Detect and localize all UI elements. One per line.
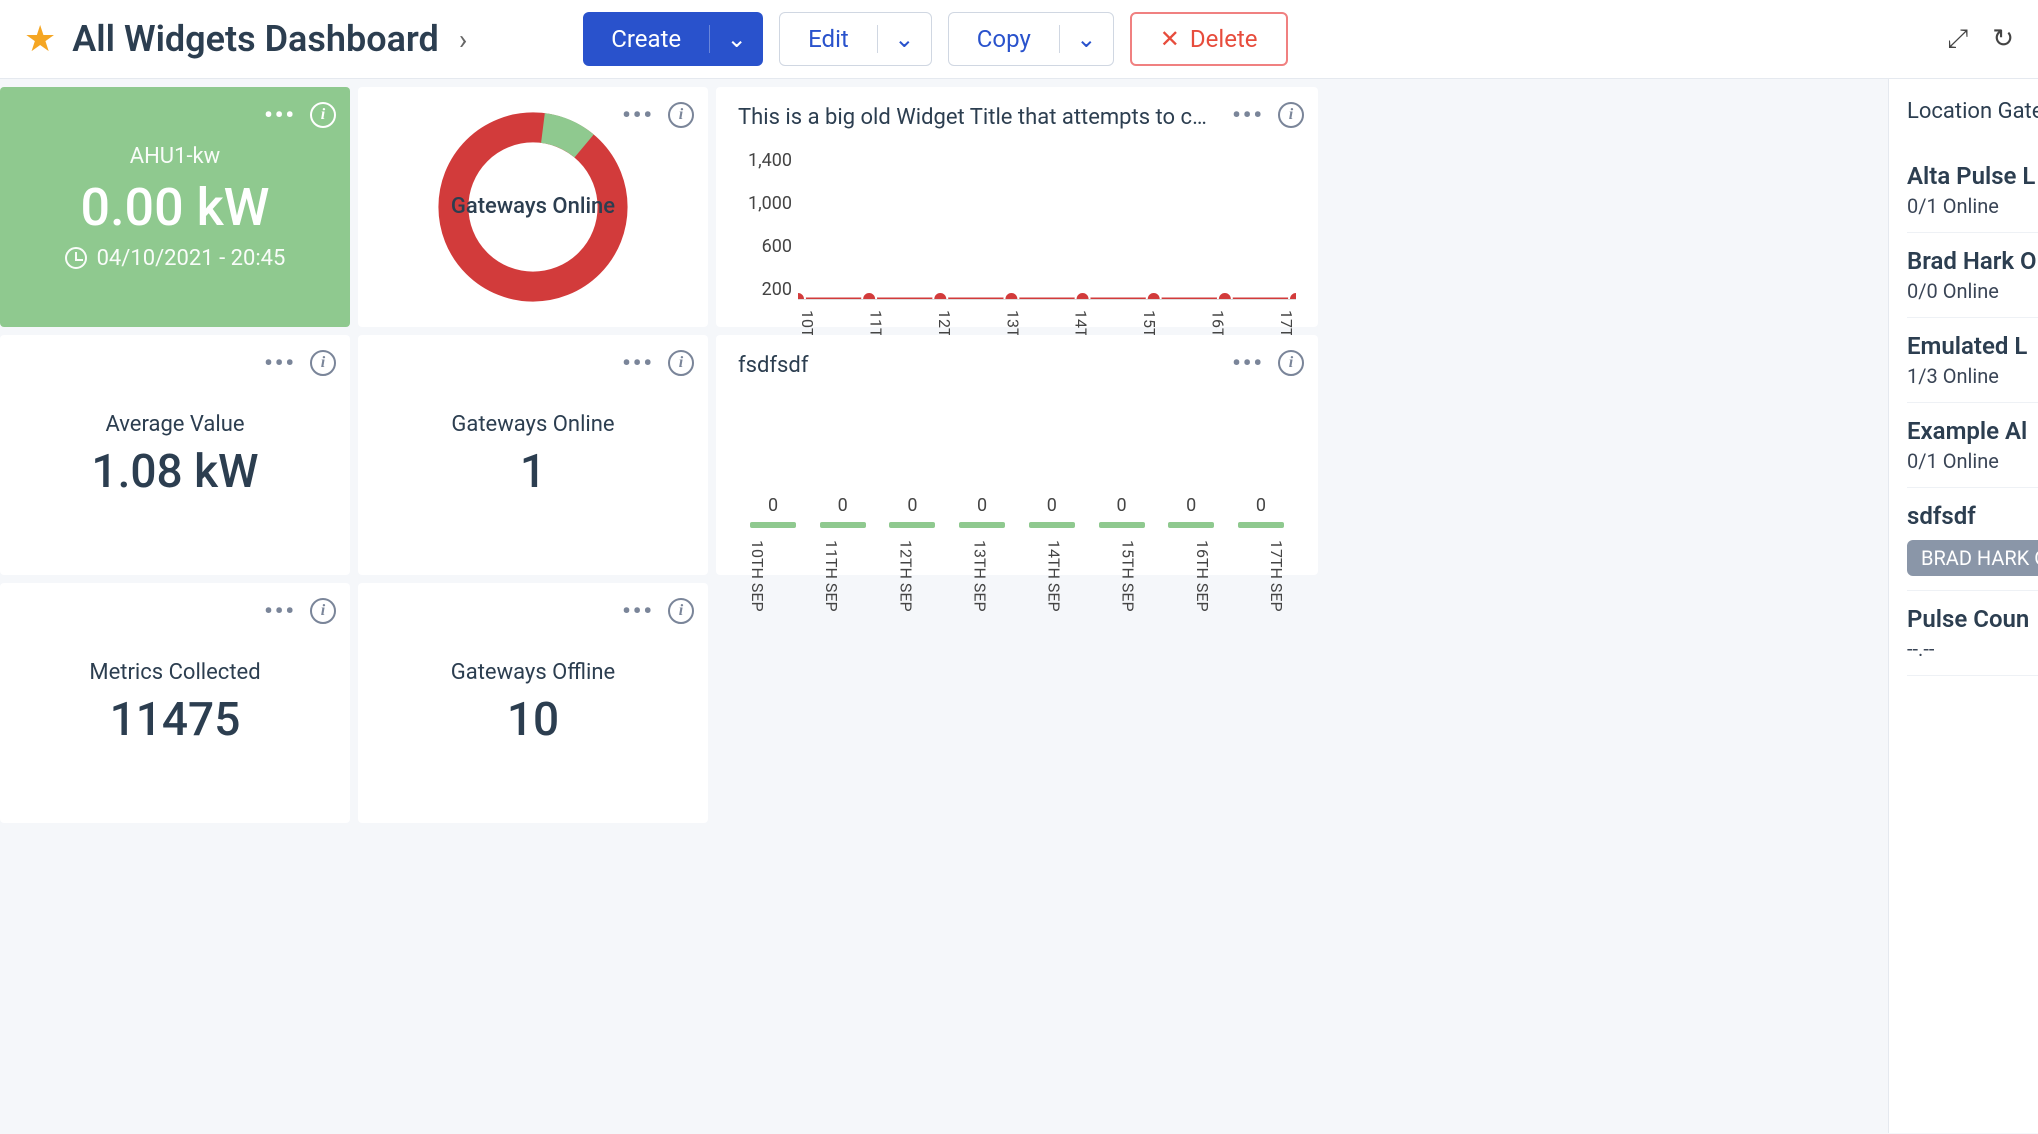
sidebar-item[interactable]: Pulse Coun --.-- — [1907, 591, 2038, 676]
create-button-label: Create — [583, 25, 709, 53]
widget-ahu: ••• i AHU1-kw 0.00 kW 04/10/2021 - 20:45 — [0, 87, 350, 327]
widget-metrics: ••• i Metrics Collected 11475 — [0, 583, 350, 823]
more-icon[interactable]: ••• — [264, 349, 296, 377]
donut-label: Gateways Online — [451, 193, 615, 222]
content: ••• i AHU1-kw 0.00 kW 04/10/2021 - 20:45… — [0, 79, 2038, 1133]
sidebar-item[interactable]: Alta Pulse L 0/1 Online — [1907, 148, 2038, 233]
more-icon[interactable]: ••• — [264, 101, 296, 129]
widget-grid: ••• i AHU1-kw 0.00 kW 04/10/2021 - 20:45… — [0, 79, 1888, 1133]
sidebar-title: Location Gatew — [1907, 99, 2038, 124]
widget-gateways-offline: ••• i Gateways Offline 10 — [358, 583, 708, 823]
header-right: ⤢ ↻ — [1947, 24, 2014, 55]
refresh-icon[interactable]: ↻ — [1992, 24, 2014, 54]
info-icon[interactable]: i — [1278, 350, 1304, 376]
create-dropdown-icon[interactable]: ⌄ — [709, 25, 763, 53]
info-icon[interactable]: i — [1278, 102, 1304, 128]
copy-dropdown-icon[interactable]: ⌄ — [1059, 25, 1113, 53]
info-icon[interactable]: i — [668, 350, 694, 376]
kpi-value: 1 — [520, 445, 546, 499]
star-icon[interactable]: ★ — [24, 18, 56, 60]
sidebar-item[interactable]: sdfsdf BRAD HARK O — [1907, 488, 2038, 591]
more-icon[interactable]: ••• — [622, 597, 654, 625]
info-icon[interactable]: i — [668, 598, 694, 624]
more-icon[interactable]: ••• — [622, 101, 654, 129]
expand-icon[interactable]: ⤢ — [1947, 24, 1968, 55]
widget-average: ••• i Average Value 1.08 kW — [0, 335, 350, 575]
sidebar-item-name: Emulated L — [1907, 332, 2038, 360]
header: ★ All Widgets Dashboard › Create ⌄ Edit … — [0, 0, 2038, 79]
widget-linechart: ••• i This is a big old Widget Title tha… — [716, 87, 1318, 327]
sidebar-item-sub: 0/1 Online — [1907, 449, 2038, 473]
kpi-value: 1.08 kW — [91, 445, 258, 499]
copy-button[interactable]: Copy ⌄ — [948, 12, 1114, 66]
sidebar-item-sub: 0/1 Online — [1907, 194, 2038, 218]
sidebar-item-name: Pulse Coun — [1907, 605, 2038, 633]
sidebar: Location Gatew Alta Pulse L 0/1 Online Bra… — [1888, 79, 2038, 1133]
sidebar-item-sub: 1/3 Online — [1907, 364, 2038, 388]
edit-button-label: Edit — [780, 25, 877, 53]
sidebar-item-sub: --.-- — [1907, 637, 2038, 661]
kpi-value: 10 — [507, 693, 559, 747]
more-icon[interactable]: ••• — [622, 349, 654, 377]
widget-gateways-online: ••• i Gateways Online 1 — [358, 335, 708, 575]
sidebar-item-name: Alta Pulse L — [1907, 162, 2038, 190]
widget-title: fsdfsdf — [738, 353, 1218, 378]
info-icon[interactable]: i — [668, 102, 694, 128]
copy-button-label: Copy — [949, 25, 1059, 53]
sidebar-badge[interactable]: BRAD HARK O — [1907, 540, 2038, 576]
more-icon[interactable]: ••• — [1232, 101, 1264, 129]
widget-title: This is a big old Widget Title that atte… — [738, 105, 1218, 130]
kpi-value: 11475 — [110, 693, 241, 747]
page-title: All Widgets Dashboard — [72, 18, 439, 60]
edit-button[interactable]: Edit ⌄ — [779, 12, 932, 66]
sidebar-item[interactable]: Emulated L 1/3 Online — [1907, 318, 2038, 403]
kpi-value: 0.00 kW — [81, 177, 270, 238]
kpi-label: Gateways Online — [451, 412, 614, 437]
create-button[interactable]: Create ⌄ — [583, 12, 763, 66]
bar-chart: 00000000 10TH SEP11TH SEP12TH SEP13TH SE… — [738, 408, 1296, 578]
clock-icon — [65, 247, 87, 269]
widget-barchart: ••• i fsdfsdf 00000000 10TH SEP11TH SEP1… — [716, 335, 1318, 575]
kpi-label: AHU1-kw — [130, 144, 220, 169]
edit-dropdown-icon[interactable]: ⌄ — [877, 25, 931, 53]
sidebar-item[interactable]: Brad Hark O 0/0 Online — [1907, 233, 2038, 318]
kpi-label: Gateways Offline — [451, 660, 615, 685]
chevron-right-icon[interactable]: › — [459, 23, 467, 56]
more-icon[interactable]: ••• — [1232, 349, 1264, 377]
delete-button[interactable]: ✕ Delete — [1130, 12, 1288, 66]
more-icon[interactable]: ••• — [264, 597, 296, 625]
toolbar: Create ⌄ Edit ⌄ Copy ⌄ ✕ Delete — [583, 12, 1287, 66]
kpi-label: Metrics Collected — [89, 660, 260, 685]
sidebar-item-name: Example Al — [1907, 417, 2038, 445]
sidebar-item-name: Brad Hark O — [1907, 247, 2038, 275]
sidebar-item-name: sdfsdf — [1907, 502, 2038, 530]
line-chart: 1,4001,000600200 10TH SEP11TH SEP12TH SE… — [738, 150, 1296, 330]
delete-button-label: Delete — [1190, 25, 1258, 53]
kpi-timestamp: 04/10/2021 - 20:45 — [65, 246, 286, 271]
info-icon[interactable]: i — [310, 102, 336, 128]
widget-gateways-donut: ••• i Gateways Online — [358, 87, 708, 327]
sidebar-item-sub: 0/0 Online — [1907, 279, 2038, 303]
info-icon[interactable]: i — [310, 350, 336, 376]
kpi-label: Average Value — [105, 412, 244, 437]
close-icon: ✕ — [1160, 25, 1180, 53]
info-icon[interactable]: i — [310, 598, 336, 624]
sidebar-item[interactable]: Example Al 0/1 Online — [1907, 403, 2038, 488]
